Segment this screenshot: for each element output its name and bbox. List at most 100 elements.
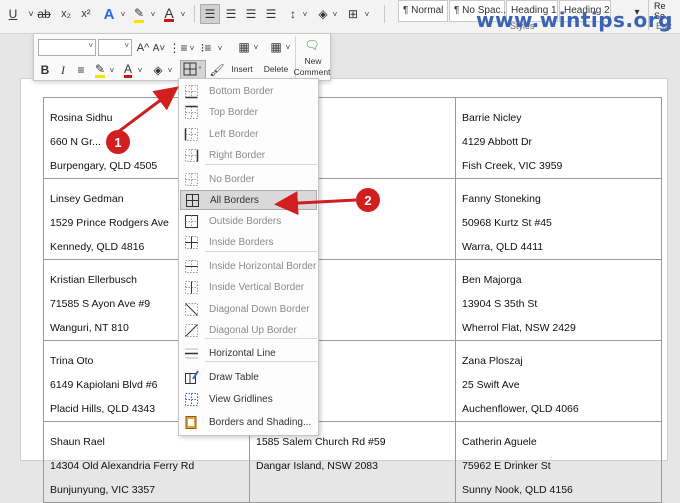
borders-icon[interactable]: ⊞ (344, 4, 362, 24)
chevron-down-icon[interactable]: ˅ (252, 38, 260, 56)
inside-v-border-icon (184, 280, 199, 295)
menu-item-label: View Gridlines (209, 393, 273, 405)
top-border-icon (184, 105, 199, 120)
chevron-down-icon[interactable]: ˅ (188, 39, 196, 57)
labels-table: Rosina Sidhu 660 N Gr... Burpengary, QLD 4… (43, 97, 662, 503)
label-line: Bunjunyung, VIC 3357 (50, 484, 156, 496)
shading-icon[interactable]: ◈ (150, 61, 166, 79)
chevron-down-icon[interactable]: ˅ (362, 4, 372, 24)
label-line: Barrie Nicley (462, 112, 522, 124)
menu-item-diagonal-up-border[interactable]: Diagonal Up Border (180, 320, 317, 340)
bullets-icon[interactable]: ⋮≡ (169, 39, 188, 57)
shrink-font-icon[interactable]: A˅ (152, 39, 166, 57)
diag-up-border-icon (184, 323, 199, 338)
chevron-down-icon[interactable]: ˅ (216, 39, 224, 57)
right-border-icon (184, 148, 199, 163)
menu-separator (205, 164, 317, 165)
font-color-icon[interactable]: A (120, 61, 136, 79)
chevron-down-icon[interactable]: ˅ (136, 61, 144, 79)
menu-item-right-border[interactable]: Right Border (180, 145, 317, 165)
new-comment-label-1[interactable]: New (296, 56, 330, 66)
menu-item-borders-and-shading[interactable]: Borders and Shading... (180, 412, 317, 432)
font-color-icon[interactable]: A (160, 4, 178, 24)
delete-button[interactable]: Delete (260, 64, 292, 74)
menu-item-label: Draw Table (209, 371, 259, 383)
align-left-icon[interactable]: ☰ (200, 4, 220, 24)
menu-item-inside-vertical-border[interactable]: Inside Vertical Border (180, 277, 317, 297)
label-cell[interactable]: Ben Majorga 13904 S 35th St Wherrol Flat, … (455, 259, 662, 341)
new-comment-icon[interactable]: 🗨 (302, 36, 322, 54)
menu-separator (205, 338, 317, 339)
gridlines-border-icon (184, 392, 199, 407)
font-name-combo[interactable]: ˅ (38, 39, 96, 56)
label-line: Wherrol Flat, NSW 2429 (462, 322, 576, 334)
label-cell[interactable]: Fanny Stoneking 50968 Kurtz St #45 Warra, … (455, 178, 662, 260)
delete-table-icon[interactable]: ▦ (266, 38, 286, 56)
chevron-down-icon[interactable]: ˅ (330, 4, 340, 24)
chevron-down-icon[interactable]: ˅ (300, 4, 310, 24)
chevron-down-icon[interactable]: ˅ (166, 61, 174, 79)
justify-icon[interactable]: ☰ (262, 4, 280, 24)
draw-border-icon (184, 369, 199, 385)
label-line: Ben Majorga (462, 274, 522, 286)
menu-item-horizontal-line[interactable]: Horizontal Line (180, 343, 317, 363)
highlight-color-icon[interactable]: ✎ (130, 4, 148, 24)
align-right-icon[interactable]: ☰ (242, 4, 260, 24)
align-center-icon[interactable]: ☰ (222, 4, 240, 24)
grow-font-icon[interactable]: A^ (136, 39, 150, 57)
bold-icon[interactable]: B (38, 61, 52, 79)
chevron-down-icon[interactable]: ˅ (178, 4, 188, 24)
menu-item-diagonal-down-border[interactable]: Diagonal Down Border (180, 299, 317, 319)
align-center-icon[interactable]: ≡ (74, 61, 88, 79)
menu-item-left-border[interactable]: Left Border (180, 124, 317, 144)
highlight-color-icon[interactable]: ✎ (92, 61, 108, 79)
menu-item-inside-horizontal-border[interactable]: Inside Horizontal Border (180, 256, 317, 276)
menu-item-label: Bottom Border (209, 85, 274, 97)
chevron-down-icon[interactable]: ˅ (118, 4, 128, 24)
menu-item-view-gridlines[interactable]: View Gridlines (180, 389, 317, 409)
font-size-combo[interactable]: ˅ (98, 39, 132, 56)
new-comment-label-2[interactable]: Comment (292, 67, 332, 77)
subscript-icon[interactable]: x₂ (58, 4, 74, 24)
borders-button[interactable]: ˅ (180, 60, 206, 79)
table-mini-toolbar: ˅ ˅ A^ A˅ ⋮≡ ˅ ⁝≡ ˅ B I ≡ ✎ ˅ A ˅ ◈ ˅ ˅ … (33, 33, 331, 81)
menu-item-top-border[interactable]: Top Border (180, 102, 317, 122)
menu-item-all-borders[interactable]: All Borders (180, 190, 317, 210)
format-painter-icon[interactable]: 🖌 (209, 61, 225, 79)
label-cell[interactable]: Zana Ploszaj 25 Swift Ave Auchenflower, QL… (455, 340, 662, 422)
style-normal[interactable]: ¶ Normal (398, 0, 448, 22)
borders-dropdown-menu: Bottom Border Top Border Left Border Right … (178, 78, 319, 436)
underline-icon[interactable]: U (6, 4, 20, 24)
none-border-icon (184, 172, 199, 187)
inside-h-border-icon (184, 259, 199, 274)
menu-item-draw-table[interactable]: Draw Table (180, 367, 317, 387)
insert-table-icon[interactable]: ▦ (234, 38, 254, 56)
menu-item-label: No Border (209, 173, 255, 185)
label-cell[interactable]: Barrie Nicley 4129 Abbott Dr Fish Creek, V… (455, 97, 662, 179)
chevron-down-icon[interactable]: ˅ (108, 61, 116, 79)
text-effects-icon[interactable]: A (100, 4, 118, 24)
superscript-icon[interactable]: x² (78, 4, 94, 24)
menu-item-outside-borders[interactable]: Outside Borders (180, 211, 317, 231)
italic-icon[interactable]: I (56, 61, 70, 79)
strikethrough-icon[interactable]: ab (36, 4, 52, 24)
menu-item-inside-borders[interactable]: Inside Borders (180, 232, 317, 252)
menu-item-label: Horizontal Line (209, 347, 276, 359)
label-line: 25 Swift Ave (462, 379, 520, 391)
insert-button[interactable]: Insert (228, 64, 256, 74)
menu-item-label: Inside Horizontal Border (209, 260, 317, 272)
shading-border-icon (184, 415, 199, 430)
menu-item-no-border[interactable]: No Border (180, 169, 317, 189)
chevron-down-icon[interactable]: ˅ (148, 4, 158, 24)
ribbon-separator (194, 5, 195, 23)
menu-separator (205, 251, 317, 252)
numbering-icon[interactable]: ⁝≡ (198, 39, 214, 57)
label-cell[interactable]: Catherin Aguele 75962 E Drinker St Sunny N… (455, 421, 662, 503)
bottom-border-icon (184, 84, 199, 99)
callout-badge-2: 2 (356, 188, 380, 212)
hline-border-icon (184, 346, 199, 361)
left-border-icon (184, 127, 199, 142)
all-border-icon (185, 193, 200, 208)
chevron-down-icon[interactable]: ˅ (284, 38, 292, 56)
menu-item-bottom-border[interactable]: Bottom Border (180, 81, 317, 101)
